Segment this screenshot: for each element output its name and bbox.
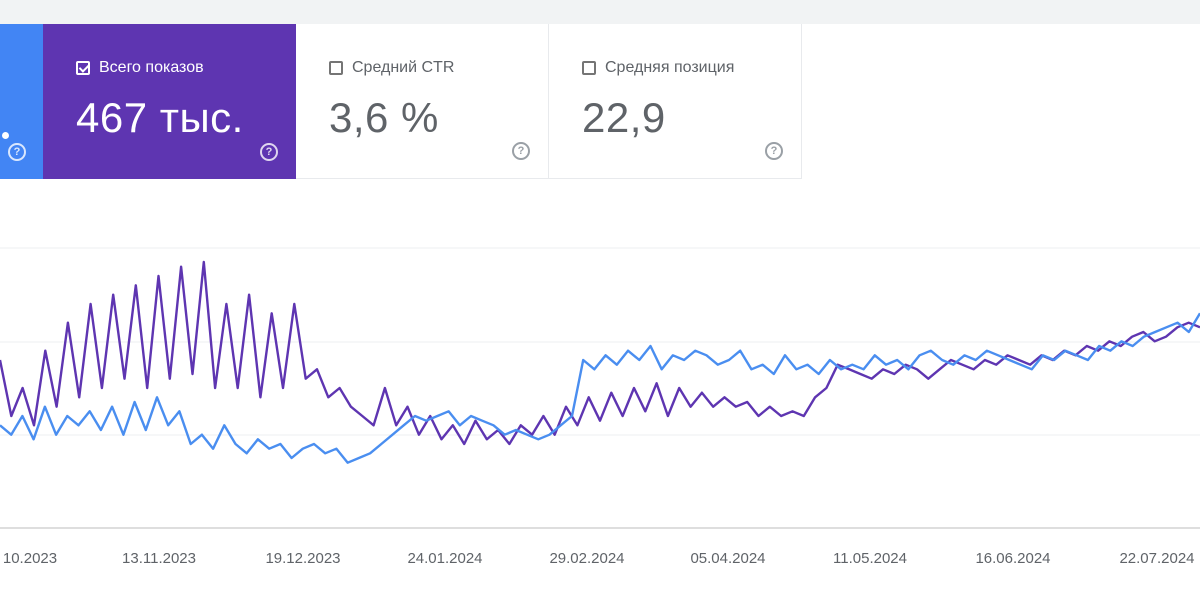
x-tick-label: 29.02.2024	[549, 550, 624, 567]
position-checkbox[interactable]	[582, 61, 596, 75]
x-tick-label: 19.12.2023	[265, 550, 340, 567]
ctr-checkbox[interactable]	[329, 61, 343, 75]
ctr-value: 3,6 %	[329, 94, 439, 141]
help-icon[interactable]: ?	[512, 142, 530, 160]
help-icon[interactable]: ?	[260, 143, 278, 161]
x-tick-label: 05.04.2024	[690, 550, 765, 567]
position-value: 22,9	[582, 94, 666, 141]
total-impressions-card[interactable]: Всего показов 467 тыс. ?	[43, 24, 296, 179]
x-tick-label: 24.01.2024	[407, 550, 482, 567]
clicks-value-fragment	[2, 132, 9, 139]
clicks-series-line	[0, 312, 1200, 464]
average-position-card[interactable]: Средняя позиция 22,9 ?	[549, 24, 802, 179]
x-axis-ticks: 10.2023 13.11.2023 19.12.2023 24.01.2024 29.…	[3, 550, 1195, 567]
average-ctr-card[interactable]: Средний CTR 3,6 % ?	[296, 24, 549, 179]
help-icon[interactable]: ?	[8, 143, 26, 161]
chart-lines	[0, 260, 1200, 464]
total-clicks-card[interactable]: ?	[0, 24, 43, 179]
x-tick-label: 10.2023	[3, 550, 57, 567]
impressions-value: 467 тыс.	[76, 94, 244, 141]
x-tick-label: 13.11.2023	[122, 550, 196, 567]
performance-chart: 10.2023 13.11.2023 19.12.2023 24.01.2024 29.…	[0, 247, 1200, 567]
ctr-label: Средний CTR	[352, 59, 455, 76]
chart-grid	[0, 247, 1200, 529]
x-tick-label: 11.05.2024	[833, 550, 907, 567]
impressions-label: Всего показов	[99, 59, 204, 76]
x-tick-label: 16.06.2024	[975, 550, 1050, 567]
x-tick-label: 22.07.2024	[1119, 550, 1194, 567]
position-label: Средняя позиция	[605, 59, 735, 76]
help-icon[interactable]: ?	[765, 142, 783, 160]
impressions-checkbox[interactable]	[76, 61, 90, 75]
top-bar	[0, 0, 1200, 24]
